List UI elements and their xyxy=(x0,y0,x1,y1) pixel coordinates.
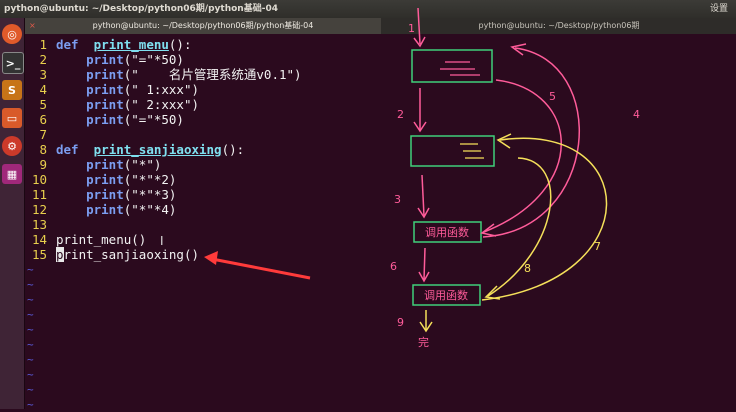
step-3: 3 xyxy=(394,193,401,206)
highlight-arrow-line xyxy=(211,257,311,280)
highlight-arrow-head xyxy=(204,251,218,265)
flow-arrow-step3 xyxy=(421,174,425,217)
call-label-1: 调用函数 xyxy=(425,226,469,239)
done-label: 完 xyxy=(418,335,429,349)
step-5: 5 xyxy=(549,90,556,103)
step-6: 6 xyxy=(390,260,397,273)
annotation-overlay: I 调用函数 调用函数 1 2 3 4 5 6 7 8 9 完 xyxy=(160,7,640,349)
curve-call-print-menu xyxy=(482,47,581,238)
step-1: 1 xyxy=(408,22,415,35)
curve-call-print-sanjiaoxing xyxy=(481,137,608,301)
flow-arrow-step6 xyxy=(423,247,426,281)
step-numbers: 1 2 3 4 5 6 7 8 9 xyxy=(390,22,640,329)
step-9: 9 xyxy=(397,316,404,329)
step-2: 2 xyxy=(397,108,404,121)
step-7: 7 xyxy=(594,240,601,253)
function-box-print-sanjiaoxing xyxy=(410,135,495,167)
function-box-print-menu xyxy=(411,49,493,83)
flow-arrow-step1 xyxy=(417,7,421,45)
step-4: 4 xyxy=(633,108,640,121)
curve-arrowhead xyxy=(496,133,512,149)
mouse-ibeam-cursor: I xyxy=(160,234,164,248)
call-label-2: 调用函数 xyxy=(424,289,468,302)
step-8: 8 xyxy=(524,262,531,275)
curve-return-print-sanjiaoxing xyxy=(487,157,552,297)
